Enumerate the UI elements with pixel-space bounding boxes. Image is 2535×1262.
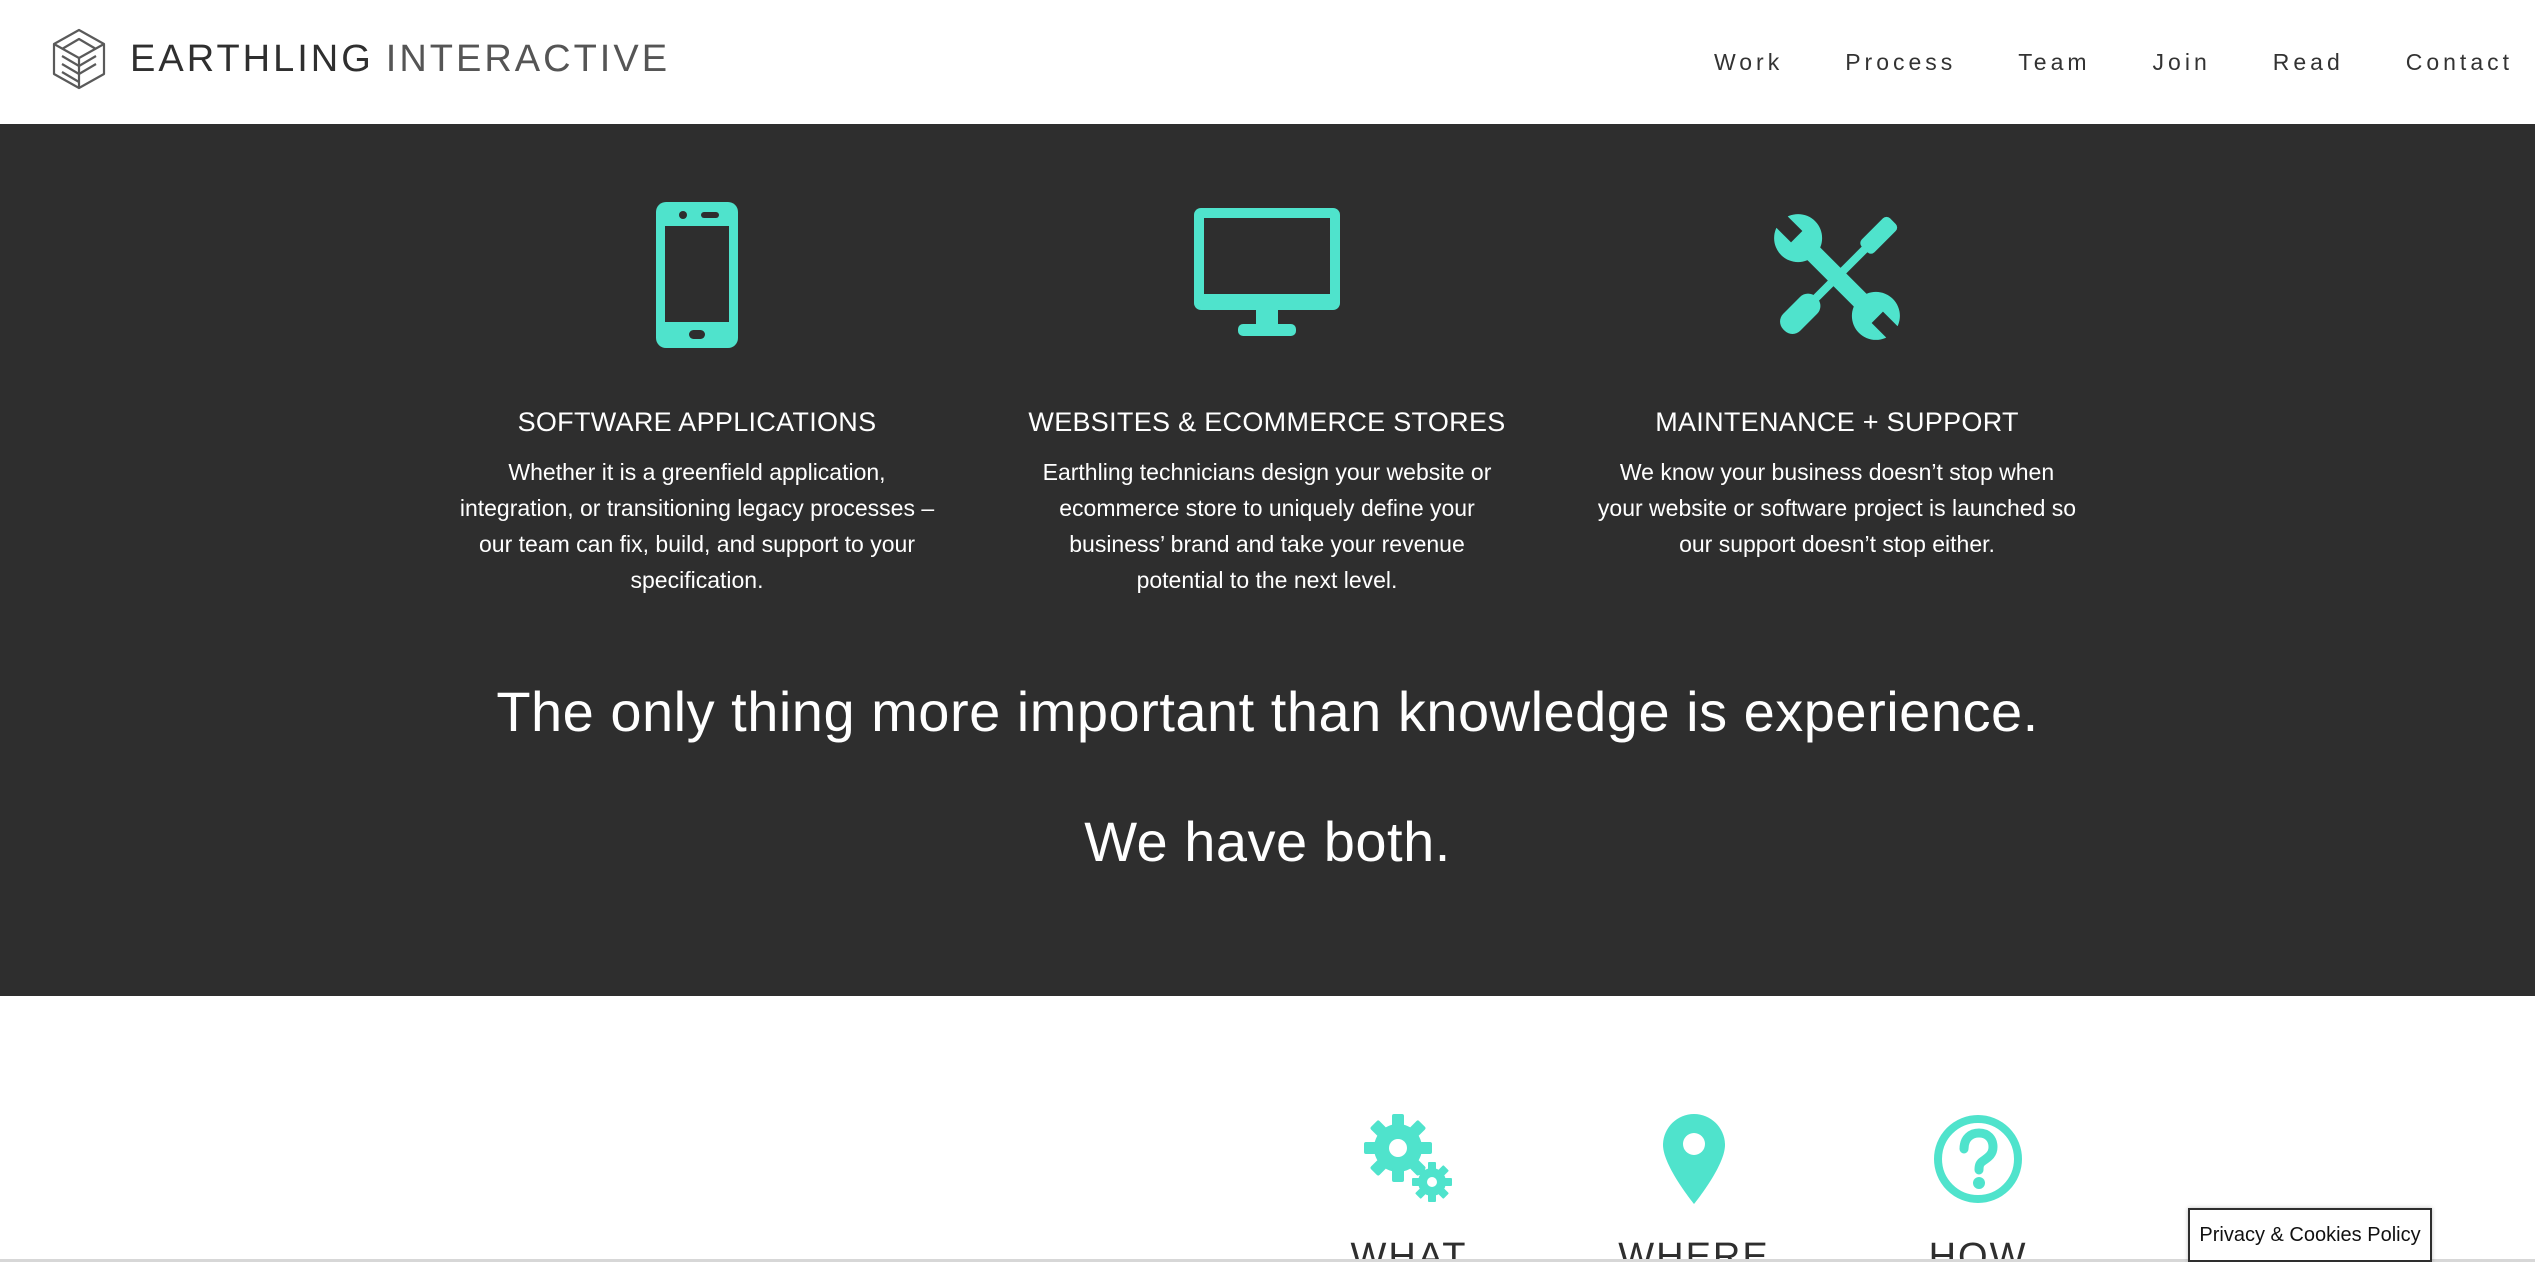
service-maintenance: MAINTENANCE + SUPPORT We know your busin… — [1587, 202, 2087, 562]
features-section: WHAT WHERE HOW — [0, 996, 2535, 1262]
service-description: We know your business doesn’t stop when … — [1597, 459, 2077, 558]
services-section: SOFTWARE APPLICATIONS Whether it is a gr… — [0, 124, 2535, 996]
privacy-cookies-button[interactable]: Privacy & Cookies Policy — [2188, 1208, 2432, 1262]
tools-icon — [1774, 214, 1902, 342]
brand-name: EARTHLING INTERACTIVE — [130, 40, 670, 78]
quote-line-1: The only thing more important than knowl… — [496, 680, 2039, 743]
brand-name-primary: EARTHLING — [130, 38, 374, 80]
feature-where: WHERE — [1594, 1114, 1794, 1262]
feature-what: WHAT — [1309, 1114, 1509, 1262]
nav-item-process[interactable]: Process — [1845, 49, 1956, 76]
service-software: SOFTWARE APPLICATIONS Whether it is a gr… — [447, 202, 947, 598]
feature-how: HOW — [1878, 1114, 2078, 1262]
service-description: Whether it is a greenfield application, … — [459, 459, 935, 594]
gears-icon — [1364, 1114, 1452, 1202]
question-icon — [1934, 1115, 2022, 1203]
map-pin-icon — [1663, 1114, 1725, 1204]
nav-item-join[interactable]: Join — [2153, 49, 2211, 76]
brand-logo[interactable]: EARTHLING INTERACTIVE — [48, 26, 670, 92]
brand-name-secondary: INTERACTIVE — [385, 38, 671, 80]
service-title: SOFTWARE APPLICATIONS — [517, 407, 877, 437]
service-websites: WEBSITES & ECOMMERCE STORES Earthling te… — [1017, 202, 1517, 598]
service-description: Earthling technicians design your websit… — [1042, 459, 1492, 594]
nav-item-work[interactable]: Work — [1714, 49, 1783, 76]
nav-item-team[interactable]: Team — [2018, 49, 2090, 76]
nav-item-read[interactable]: Read — [2273, 49, 2344, 76]
monitor-icon — [1194, 208, 1340, 336]
service-title: WEBSITES & ECOMMERCE STORES — [1028, 407, 1506, 437]
logo-mark-icon — [52, 28, 106, 90]
service-title: MAINTENANCE + SUPPORT — [1655, 407, 2019, 437]
quote-line-2: We have both. — [1084, 810, 1451, 873]
main-nav: Work Process Team Join Read Contact — [1652, 40, 2513, 84]
nav-item-contact[interactable]: Contact — [2406, 49, 2513, 76]
smartphone-icon — [656, 202, 738, 348]
site-header: EARTHLING INTERACTIVE Work Process Team J… — [0, 0, 2535, 124]
